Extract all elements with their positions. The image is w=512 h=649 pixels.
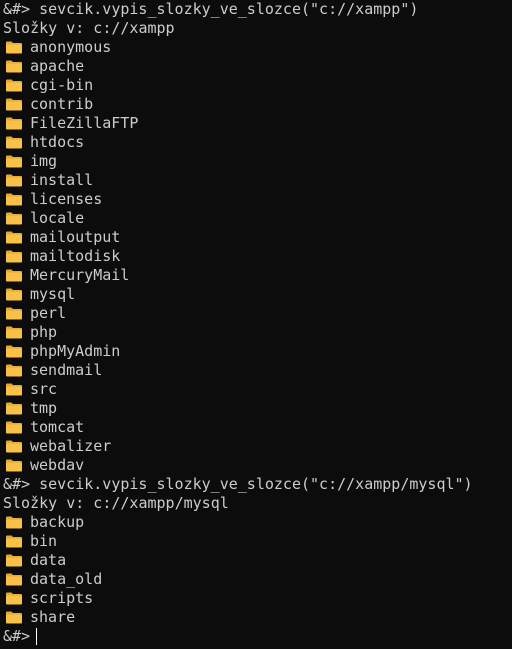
folder-name: apache	[30, 57, 85, 75]
folder-icon	[6, 535, 22, 548]
folder-icon	[6, 193, 22, 206]
folder-list-item: apache	[3, 57, 512, 76]
folder-icon	[6, 231, 22, 244]
folder-list-item: tmp	[3, 399, 512, 418]
command-text: sevcik.vypis_slozky_ve_slozce("c://xampp…	[39, 0, 419, 18]
folder-icon	[6, 117, 22, 130]
command-text: sevcik.vypis_slozky_ve_slozce("c://xampp…	[39, 475, 473, 493]
folder-list-item: mailtodisk	[3, 247, 512, 266]
folder-name: perl	[30, 304, 67, 322]
folder-icon	[6, 402, 22, 415]
folder-icon	[6, 364, 22, 377]
folder-icon	[6, 269, 22, 282]
folder-name: php	[30, 323, 58, 341]
folder-icon	[6, 326, 22, 339]
folder-name: MercuryMail	[30, 266, 130, 284]
folder-name: webalizer	[30, 437, 112, 455]
folder-name: share	[30, 608, 76, 626]
folder-icon	[6, 288, 22, 301]
folder-name: backup	[30, 513, 85, 531]
folder-name: contrib	[30, 95, 94, 113]
folder-list-item: sendmail	[3, 361, 512, 380]
folder-list-item: mailoutput	[3, 228, 512, 247]
folder-icon	[6, 79, 22, 92]
folder-list-item: webdav	[3, 456, 512, 475]
text-cursor[interactable]	[36, 628, 38, 645]
folder-icon	[6, 440, 22, 453]
folder-name: data_old	[30, 570, 103, 588]
folder-name: sendmail	[30, 361, 103, 379]
folder-name: tomcat	[30, 418, 85, 436]
folder-list-item: bin	[3, 532, 512, 551]
folder-icon	[6, 592, 22, 605]
folder-list-item: tomcat	[3, 418, 512, 437]
folder-icon	[6, 41, 22, 54]
folder-list-item: mysql	[3, 285, 512, 304]
folder-icon	[6, 136, 22, 149]
active-prompt-line[interactable]: &#>	[3, 627, 512, 646]
folder-name: src	[30, 380, 58, 398]
folder-list-item: data_old	[3, 570, 512, 589]
terminal-window[interactable]: &#> sevcik.vypis_slozky_ve_slozce("c://xa…	[0, 0, 512, 649]
folder-icon	[6, 174, 22, 187]
output-header: Složky v: c://xampp/mysql	[3, 494, 229, 512]
folder-icon	[6, 459, 22, 472]
folder-list-item: cgi-bin	[3, 76, 512, 95]
folder-icon	[6, 573, 22, 586]
folder-name: anonymous	[30, 38, 112, 56]
folder-list-item: htdocs	[3, 133, 512, 152]
folder-name: locale	[30, 209, 85, 227]
folder-list-item: anonymous	[3, 38, 512, 57]
folder-icon	[6, 60, 22, 73]
folder-icon	[6, 516, 22, 529]
folder-list-item: share	[3, 608, 512, 627]
prompt: &#>	[3, 627, 31, 645]
folder-name: mailoutput	[30, 228, 121, 246]
folder-list-item: install	[3, 171, 512, 190]
folder-list-item: img	[3, 152, 512, 171]
folder-name: data	[30, 551, 67, 569]
folder-name: webdav	[30, 456, 85, 474]
command-line: &#> sevcik.vypis_slozky_ve_slozce("c://xa…	[3, 475, 512, 494]
folder-list-item: locale	[3, 209, 512, 228]
folder-list-item: php	[3, 323, 512, 342]
folder-name: scripts	[30, 589, 94, 607]
folder-name: img	[30, 152, 58, 170]
folder-icon	[6, 307, 22, 320]
folder-list-item: scripts	[3, 589, 512, 608]
command-line: &#> sevcik.vypis_slozky_ve_slozce("c://xa…	[3, 0, 512, 19]
folder-list-item: perl	[3, 304, 512, 323]
folder-name: licenses	[30, 190, 103, 208]
folder-name: mysql	[30, 285, 76, 303]
folder-name: phpMyAdmin	[30, 342, 121, 360]
folder-icon	[6, 98, 22, 111]
folder-list-item: MercuryMail	[3, 266, 512, 285]
folder-list-item: src	[3, 380, 512, 399]
folder-icon	[6, 250, 22, 263]
folder-list-item: webalizer	[3, 437, 512, 456]
folder-icon	[6, 345, 22, 358]
prompt: &#>	[3, 475, 31, 493]
folder-name: FileZillaFTP	[30, 114, 139, 132]
folder-icon	[6, 554, 22, 567]
folder-list-item: contrib	[3, 95, 512, 114]
folder-icon	[6, 383, 22, 396]
folder-icon	[6, 212, 22, 225]
prompt: &#>	[3, 0, 31, 18]
folder-name: cgi-bin	[30, 76, 94, 94]
folder-list-item: data	[3, 551, 512, 570]
folder-list-item: backup	[3, 513, 512, 532]
folder-name: bin	[30, 532, 58, 550]
folder-name: htdocs	[30, 133, 85, 151]
folder-icon	[6, 155, 22, 168]
folder-name: tmp	[30, 399, 58, 417]
folder-name: mailtodisk	[30, 247, 121, 265]
folder-list-item: licenses	[3, 190, 512, 209]
folder-icon	[6, 611, 22, 624]
folder-list-item: phpMyAdmin	[3, 342, 512, 361]
folder-list-item: FileZillaFTP	[3, 114, 512, 133]
folder-name: install	[30, 171, 94, 189]
folder-icon	[6, 421, 22, 434]
output-header: Složky v: c://xampp	[3, 19, 175, 37]
